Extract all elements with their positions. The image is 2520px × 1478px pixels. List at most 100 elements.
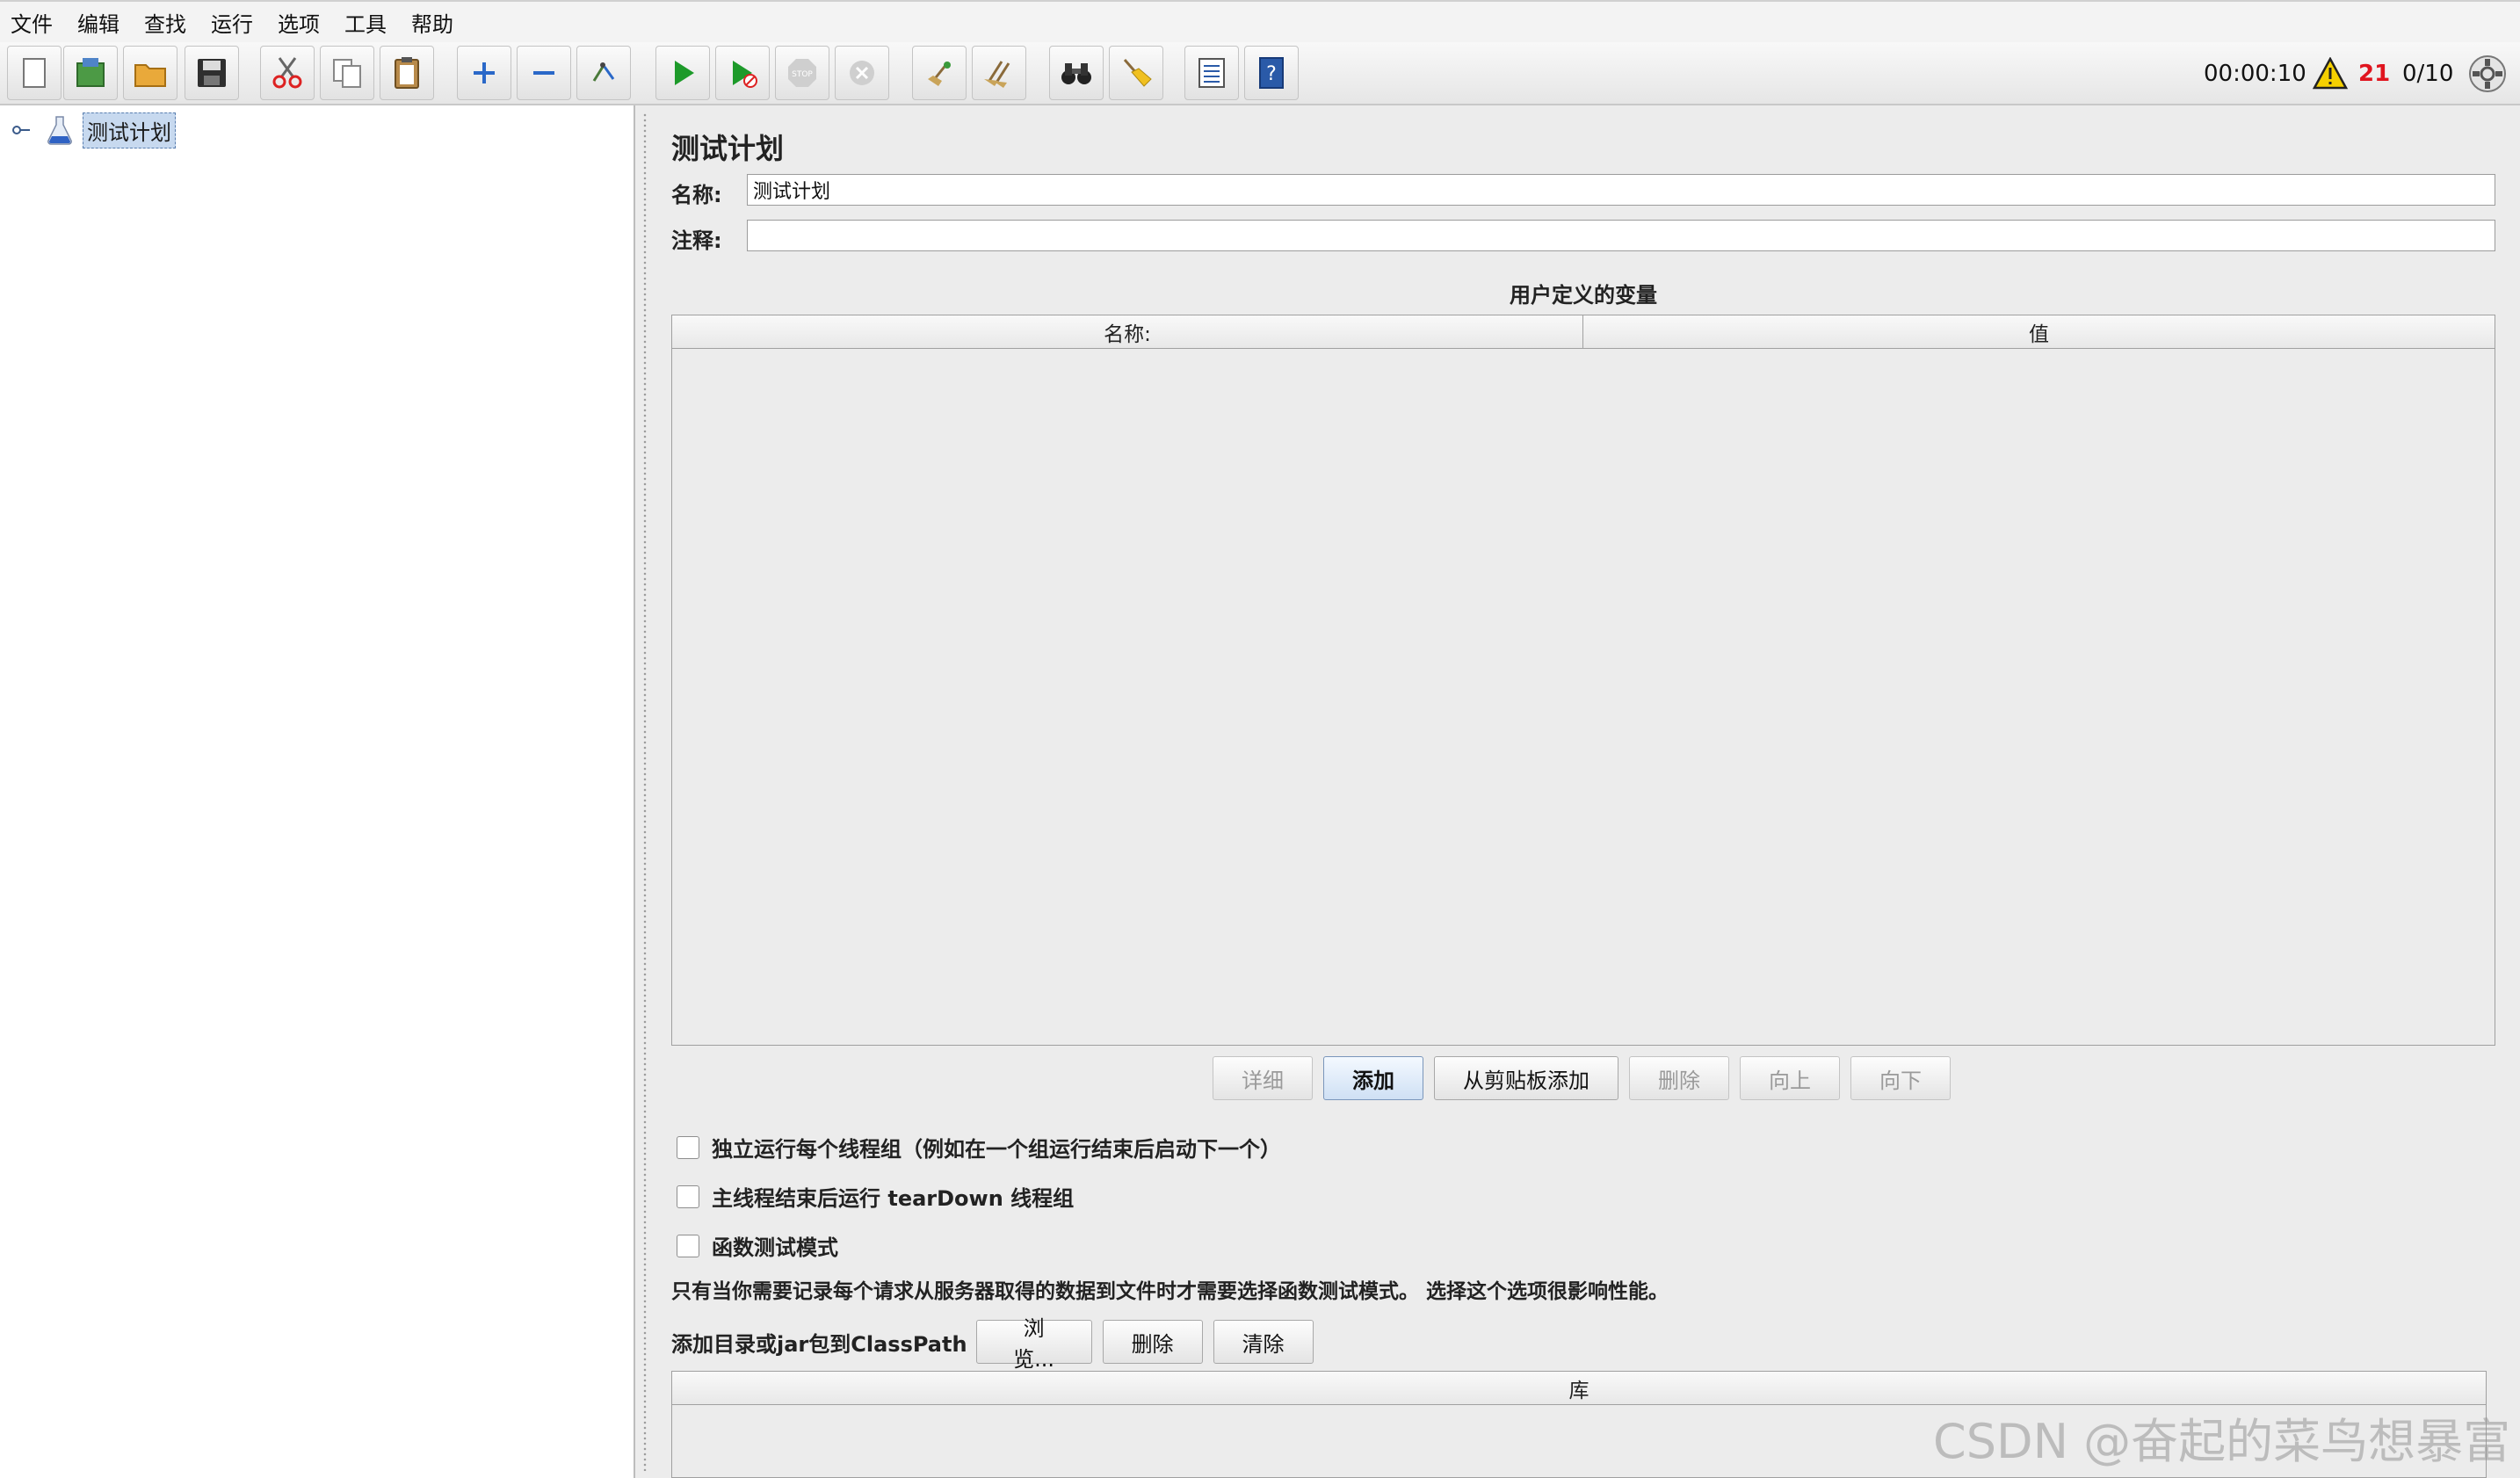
comment-label: 注释: (671, 228, 722, 253)
start-no-pauses-icon (733, 61, 757, 88)
reset-search-button[interactable] (1109, 46, 1163, 100)
tree-node-test-plan[interactable]: 测试计划 (11, 112, 176, 149)
open-button[interactable] (123, 46, 177, 100)
functional-mode-checkbox[interactable] (677, 1234, 699, 1257)
search-button[interactable] (1049, 46, 1104, 100)
menu-search[interactable]: 查找 (144, 7, 186, 38)
name-field[interactable] (747, 174, 2495, 206)
remote-status (2467, 42, 2508, 105)
warning-count[interactable]: 21 (2358, 42, 2390, 105)
start-icon (675, 61, 694, 85)
clear-button[interactable] (912, 46, 967, 100)
paste-icon (395, 57, 419, 89)
test-plan-editor: 测试计划 名称: 注释: 用户定义的变量 名称: 值 详细 添加 从剪贴板添加 … (654, 105, 2520, 1478)
new-button[interactable] (7, 46, 62, 100)
toggle-button[interactable] (576, 46, 631, 100)
menu-bar: 文件 编辑 查找 运行 选项 工具 帮助 (0, 0, 2520, 42)
active-threads: 0/10 (2402, 61, 2454, 87)
start-no-pauses-button[interactable] (715, 46, 770, 100)
clear-icon (928, 62, 951, 86)
comment-field[interactable] (747, 220, 2495, 251)
table-header: 名称: 值 (672, 315, 2495, 349)
svg-text:STOP: STOP (792, 70, 813, 79)
expand-button[interactable] (457, 46, 511, 100)
classpath-row: 添加目录或jar包到ClassPath 浏览... 删除 清除 (671, 1316, 1324, 1372)
cut-icon (272, 57, 302, 89)
functional-mode-label: 函数测试模式 (712, 1235, 838, 1260)
teardown-on-shutdown-option[interactable]: 主线程结束后运行 tearDown 线程组 (677, 1181, 1074, 1212)
menu-edit[interactable]: 编辑 (77, 7, 119, 38)
templates-icon (76, 58, 105, 87)
classpath-label: 添加目录或jar包到ClassPath (671, 1331, 967, 1357)
add-from-clipboard-button[interactable]: 从剪贴板添加 (1434, 1056, 1618, 1100)
reset-search-broom-icon (1123, 59, 1152, 87)
menu-file[interactable]: 文件 (11, 7, 53, 38)
templates-button[interactable] (63, 46, 118, 100)
user-variables-title: 用户定义的变量 (1510, 283, 1657, 308)
expand-plus-icon (474, 62, 495, 83)
move-up-button[interactable]: 向上 (1740, 1056, 1840, 1100)
menu-tools[interactable]: 工具 (344, 7, 387, 38)
paste-button[interactable] (380, 46, 434, 100)
cut-button[interactable] (260, 46, 315, 100)
save-icon (198, 59, 226, 87)
classpath-delete-button[interactable]: 删除 (1102, 1320, 1203, 1364)
toolbar: STOP ? 00:00:10 21 0/10 (0, 42, 2520, 105)
new-icon (23, 58, 46, 88)
delete-button[interactable]: 删除 (1629, 1056, 1729, 1100)
watermark: CSDN @奋起的菜鸟想暴富 (1933, 1414, 2511, 1469)
clear-all-icon (984, 61, 1010, 88)
name-label: 名称: (671, 183, 722, 207)
library-table-header: 库 (672, 1372, 2486, 1405)
open-folder-icon (134, 64, 166, 87)
split-pane-divider[interactable] (634, 105, 654, 1478)
tree-toggle-icon[interactable] (11, 120, 32, 141)
collapse-minus-icon (533, 71, 554, 75)
stop-icon: STOP (788, 59, 816, 87)
test-plan-tree: 测试计划 (0, 105, 634, 1478)
splitter-grip (642, 112, 648, 1471)
help-button[interactable]: ? (1244, 46, 1299, 100)
menu-options[interactable]: 选项 (278, 7, 320, 38)
search-binoculars-icon (1061, 63, 1091, 84)
classpath-clear-button[interactable]: 清除 (1213, 1320, 1314, 1364)
functional-mode-note: 只有当你需要记录每个请求从服务器取得的数据到文件时才需要选择函数测试模式。 选择… (671, 1280, 1669, 1303)
svg-text:?: ? (1266, 63, 1277, 85)
functional-mode-option[interactable]: 函数测试模式 (677, 1230, 838, 1261)
page-title: 测试计划 (671, 132, 785, 165)
remote-engines-icon (2469, 55, 2506, 92)
start-button[interactable] (655, 46, 710, 100)
help-icon: ? (1259, 57, 1284, 89)
serialize-threadgroups-label: 独立运行每个线程组（例如在一个组运行结束后启动下一个） (712, 1137, 1281, 1162)
shutdown-button (835, 46, 889, 100)
menu-help[interactable]: 帮助 (411, 7, 453, 38)
add-button[interactable]: 添加 (1323, 1056, 1423, 1100)
save-button[interactable] (185, 46, 239, 100)
tree-node-label[interactable]: 测试计划 (83, 112, 176, 149)
warning-triangle-icon (2313, 57, 2348, 90)
elapsed-timer: 00:00:10 (2204, 61, 2306, 87)
column-header-library[interactable]: 库 (672, 1372, 2486, 1404)
clear-all-button[interactable] (972, 46, 1026, 100)
function-helper-button[interactable] (1184, 46, 1239, 100)
user-variables-table[interactable]: 名称: 值 (671, 315, 2495, 1046)
stop-button: STOP (775, 46, 829, 100)
menu-run[interactable]: 运行 (211, 7, 253, 38)
serialize-threadgroups-checkbox[interactable] (677, 1135, 699, 1159)
move-down-button[interactable]: 向下 (1850, 1056, 1951, 1100)
collapse-button[interactable] (517, 46, 571, 100)
test-plan-flask-icon (47, 116, 72, 145)
browse-button[interactable]: 浏览... (975, 1316, 1092, 1372)
column-header-name[interactable]: 名称: (672, 315, 1582, 348)
detail-button[interactable]: 详细 (1213, 1056, 1313, 1100)
teardown-on-shutdown-checkbox[interactable] (677, 1185, 699, 1208)
function-helper-list-icon (1198, 58, 1225, 88)
serialize-threadgroups-option[interactable]: 独立运行每个线程组（例如在一个组运行结束后启动下一个） (677, 1132, 1281, 1163)
column-header-value[interactable]: 值 (1582, 315, 2495, 348)
warning-indicator[interactable] (2313, 42, 2348, 105)
variables-button-row: 详细 添加 从剪贴板添加 删除 向上 向下 (1213, 1056, 1961, 1100)
teardown-on-shutdown-label: 主线程结束后运行 tearDown 线程组 (712, 1186, 1075, 1211)
copy-button[interactable] (320, 46, 374, 100)
toggle-icon (592, 62, 615, 82)
copy-icon (333, 59, 361, 88)
